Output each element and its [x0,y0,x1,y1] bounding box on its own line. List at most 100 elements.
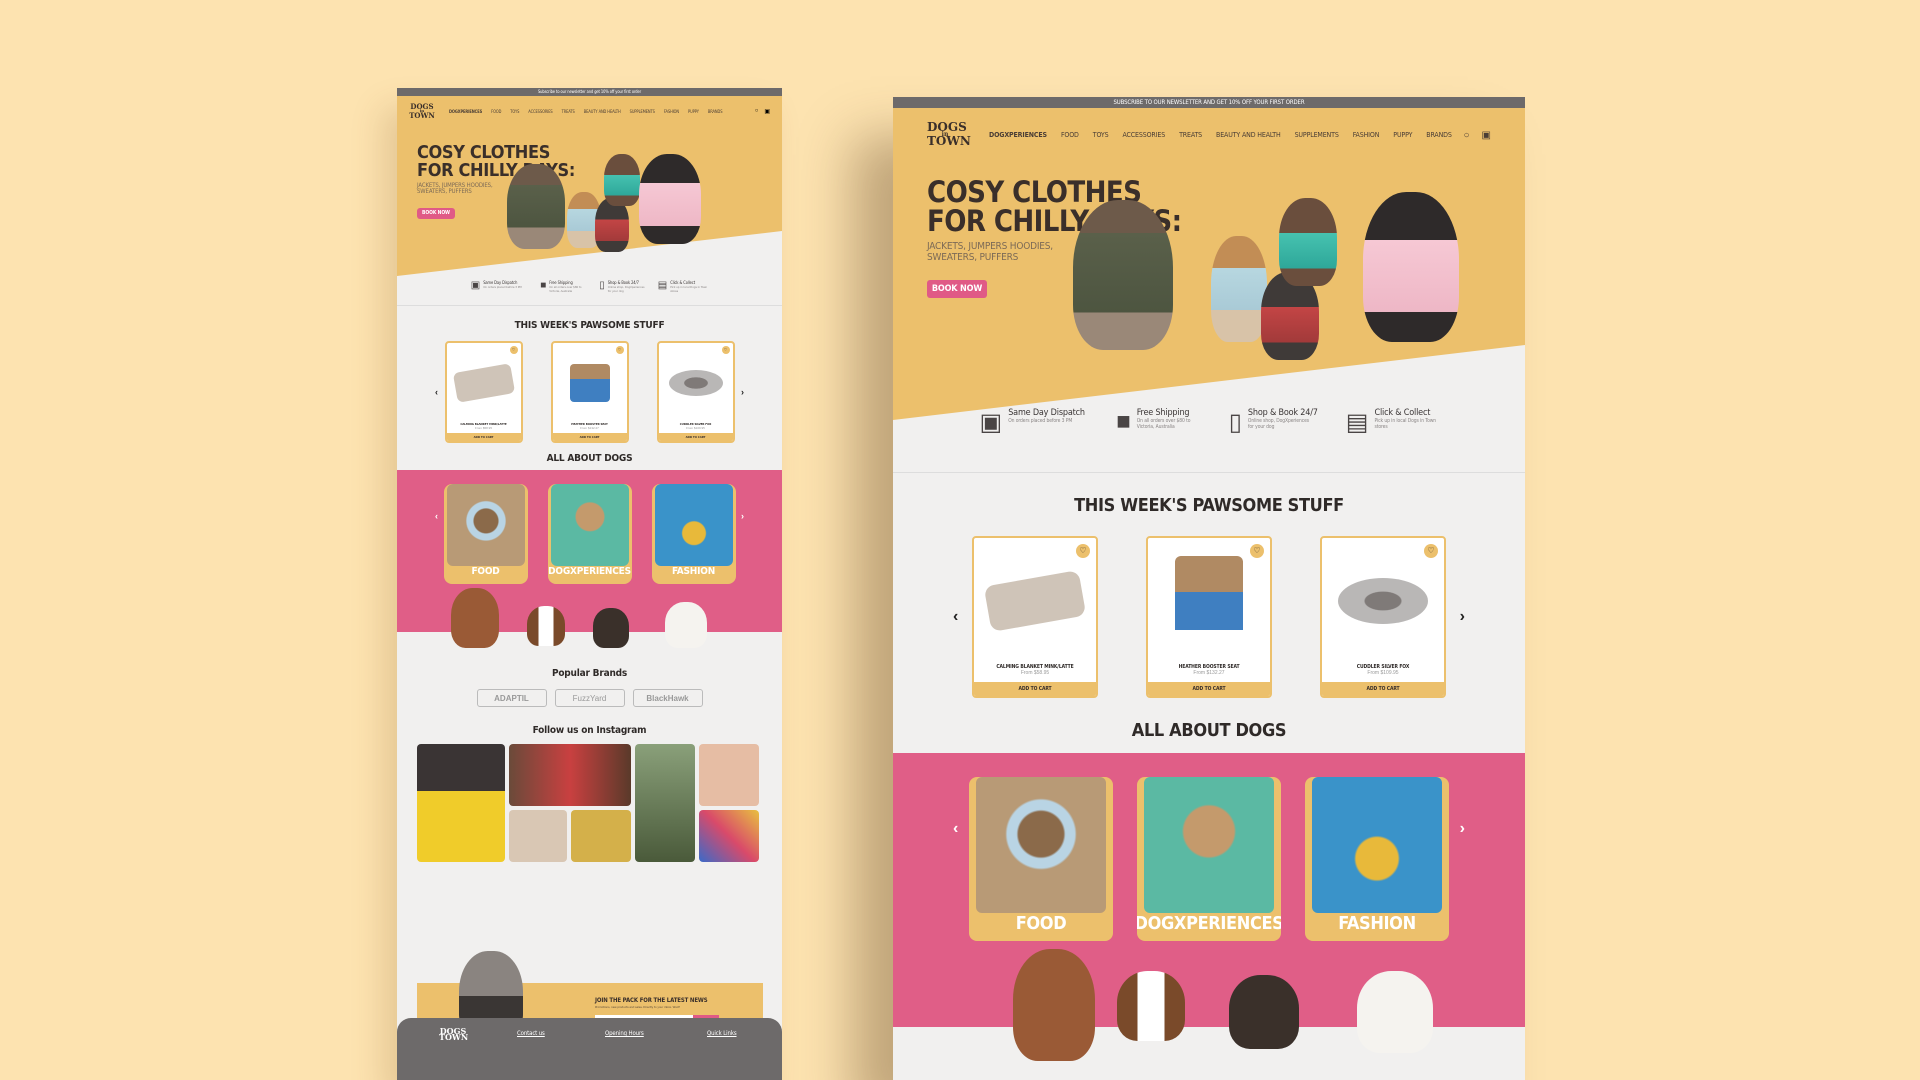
brand-blackhawk[interactable]: BlackHawk [632,689,703,707]
wishlist-icon[interactable]: ♡ [721,346,730,354]
nav-link-accessories[interactable]: Accessories [1122,131,1165,139]
nav-link-toys[interactable]: Toys [510,109,519,114]
carousel-next-arrow[interactable]: › [741,387,744,397]
user-icon[interactable]: ○ [755,108,759,115]
product-image-blanket [983,570,1087,632]
nav-link-supplements[interactable]: Supplements [630,109,655,114]
carousel-prev-arrow[interactable]: ‹ [435,387,438,397]
carousel-next-arrow[interactable]: › [1460,608,1465,626]
add-to-cart-button[interactable]: Add to cart [1322,682,1444,696]
instagram-photo[interactable] [699,744,759,806]
instagram-photo[interactable] [699,810,759,862]
features-strip: ▣ Same Day Dispatch On orders placed befo… [893,396,1525,473]
add-to-cart-button[interactable]: Add to cart [658,433,733,441]
nav-link-treats[interactable]: Treats [562,109,575,114]
website-mockup-full-page: Subscribe to our newsletter and get 10% … [397,88,782,1080]
instagram-photo[interactable] [571,810,631,862]
wishlist-icon[interactable]: ♡ [1424,544,1438,558]
book-now-button[interactable]: Book Now [417,208,455,219]
add-to-cart-button[interactable]: Add to cart [446,433,521,441]
product-card[interactable]: ♡ Heather Booster Seat From $132.27 Add … [550,341,629,443]
nav-link-accessories[interactable]: Accessories [528,109,552,114]
feature-shop-book: ▯ Shop & Book 24/7 Online shop, DogXperie… [1228,408,1318,436]
category-food[interactable]: Food [969,777,1113,941]
peeking-dog-1 [451,588,499,648]
instagram-photo[interactable] [635,744,695,862]
nav-link-brands[interactable]: Brands [708,109,723,114]
product-card[interactable]: ♡ Heather Booster Seat From $132.27 Add … [1146,536,1272,698]
nav-link-brands[interactable]: Brands [1426,131,1452,139]
instagram-photo[interactable] [509,744,631,806]
wishlist-icon[interactable]: ♡ [1250,544,1264,558]
product-card[interactable]: ♡ Cuddler Silver Fox From $109.95 Add to… [656,341,735,443]
cart-icon[interactable]: ▣ [764,108,770,115]
instagram-photo[interactable] [509,810,567,862]
nav-link-food[interactable]: Food [1061,131,1079,139]
user-icon[interactable]: ○ [1464,130,1470,141]
instagram-photo[interactable] [417,744,505,862]
product-image-cuddler [668,369,723,396]
nav-link-fashion[interactable]: Fashion [664,109,679,114]
feature-free-shipping: ■ Free Shipping On all orders over $80 to… [540,280,582,293]
category-image-food [976,777,1106,913]
cart-icon[interactable]: ▣ [1482,130,1491,141]
about-prev-arrow[interactable]: ‹ [953,820,958,838]
nav-link-beauty-health[interactable]: Beauty and Health [1216,131,1281,139]
feature-shop-book: ▯ Shop & Book 24/7 Online shop, DogXperie… [599,280,645,293]
category-dogxperiences[interactable]: DogXperiences [547,484,632,584]
category-image-dogxperiences [1144,777,1274,913]
box-hand-icon: ▣ [979,409,1003,436]
category-dogxperiences[interactable]: DogXperiences [1137,777,1281,941]
peeking-dog-2 [527,606,565,646]
carousel-prev-arrow[interactable]: ‹ [953,608,958,626]
wishlist-icon[interactable]: ♡ [509,346,518,354]
about-next-arrow[interactable]: › [741,511,744,521]
brand-adaptil[interactable]: ADAPTIL [476,689,547,707]
category-food[interactable]: Food [443,484,528,584]
add-to-cart-button[interactable]: Add to cart [552,433,627,441]
nav-link-puppy[interactable]: Puppy [1393,131,1412,139]
category-fashion[interactable]: Fashion [1305,777,1449,941]
add-to-cart-button[interactable]: Add to cart [974,682,1096,696]
about-section: ‹ Food DogXperiences Fashion › [893,753,1525,1063]
nav-links: DogXperiences Food Toys Accessories Trea… [449,109,755,114]
wishlist-icon[interactable]: ♡ [1076,544,1090,558]
brand-fuzzyard[interactable]: FuzzYard [554,689,625,707]
product-card[interactable]: ♡ Calming Blanket Mink/Latte From $58.95… [444,341,523,443]
nav-link-beauty-health[interactable]: Beauty and Health [584,109,621,114]
nav-link-fashion[interactable]: Fashion [1353,131,1380,139]
nav-link-food[interactable]: Food [491,109,501,114]
product-card[interactable]: ♡ Cuddler Silver Fox From $109.95 Add to… [1320,536,1446,698]
footer-link-hours[interactable]: Opening Hours [605,1030,644,1037]
site-logo[interactable]: DOGS in TOWN [927,121,971,147]
click-collect-icon: ▤ [657,280,668,291]
nav-link-treats[interactable]: Treats [1179,131,1202,139]
nav-link-dogxperiences[interactable]: DogXperiences [449,109,482,114]
book-now-button[interactable]: Book Now [927,280,987,298]
peeking-dog-4 [665,602,707,648]
nav-link-supplements[interactable]: Supplements [1295,131,1339,139]
about-prev-arrow[interactable]: ‹ [435,511,438,521]
footer-logo[interactable]: DOGS TOWN [439,1027,468,1042]
wishlist-icon[interactable]: ♡ [615,346,624,354]
category-image-dogxperiences [550,484,629,566]
hero-banner: Cosy clothes for chilly days: Jackets, Ju… [893,162,1525,420]
peeking-dog-1 [1013,949,1095,1061]
features-strip: ▣ Same Day Dispatch On orders placed befo… [397,276,782,306]
phone-icon: ▯ [1228,409,1242,436]
feature-same-day-dispatch: ▣ Same Day Dispatch On orders placed befo… [470,280,522,291]
site-logo[interactable]: DOGS in TOWN [409,103,435,118]
feature-free-shipping: ■ Free Shipping On all orders over $80 to… [1116,408,1191,435]
add-to-cart-button[interactable]: Add to cart [1148,682,1270,696]
announcement-bar: Subscribe to our newsletter and get 10% … [397,88,782,96]
footer-link-contact[interactable]: Contact us [517,1030,545,1037]
nav-link-dogxperiences[interactable]: DogXperiences [989,131,1047,139]
category-fashion[interactable]: Fashion [651,484,736,584]
pawsome-title: This week's pawsome stuff [514,320,665,331]
footer-link-quick[interactable]: Quick Links [707,1030,737,1037]
nav-link-puppy[interactable]: Puppy [688,109,699,114]
peeking-dog-2 [1117,971,1185,1041]
nav-link-toys[interactable]: Toys [1093,131,1109,139]
product-card[interactable]: ♡ Calming Blanket Mink/Latte From $58.95… [972,536,1098,698]
about-next-arrow[interactable]: › [1460,820,1465,838]
